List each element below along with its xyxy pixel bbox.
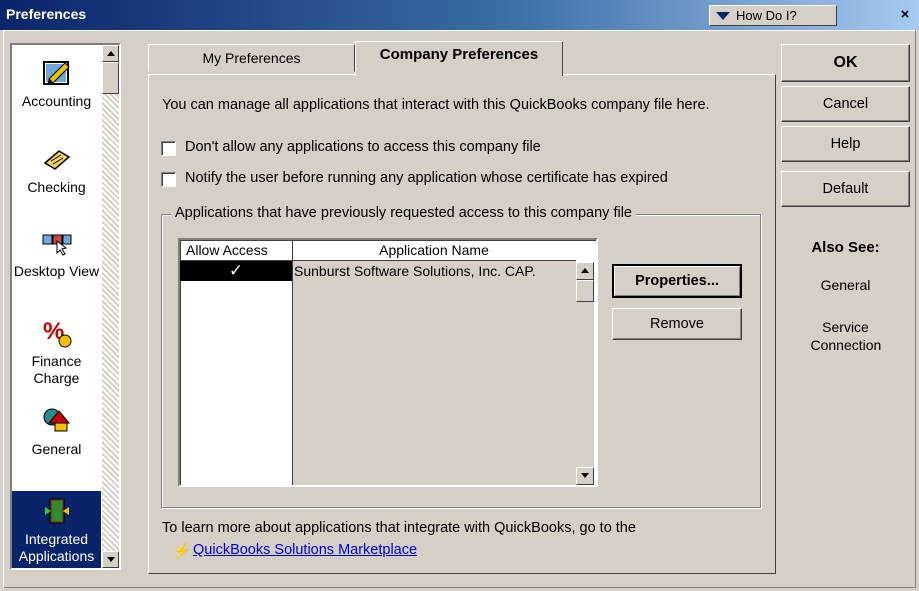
ok-button[interactable]: OK [781,44,910,82]
list-scroll-down-button[interactable] [576,467,594,485]
panel-description: You can manage all applications that int… [162,97,710,113]
applications-list[interactable]: Allow Access Application Name ✓ Sunburst… [178,238,598,487]
list-scroll-thumb[interactable] [576,280,594,302]
dont-allow-label: Don't allow any applications to access t… [185,139,541,155]
list-scrollbar[interactable] [576,262,594,485]
sidebar-item-checking[interactable]: Checking [12,143,101,196]
sidebar-item-desktop-view[interactable]: Desktop View [12,227,101,280]
how-do-i-button[interactable]: How Do I? [709,5,837,26]
sidebar-item-integrated-applications[interactable]: Integrated Applications [12,491,101,568]
also-see-title: Also See: [811,239,880,256]
general-shapes-icon [43,408,70,432]
scroll-thumb[interactable] [102,62,119,94]
sidebar-item-label: Finance Charge [31,353,82,386]
accounting-pencil-icon [42,61,70,85]
close-icon[interactable]: × [894,6,916,26]
lightning-icon: ⚡ [172,543,192,560]
sidebar-item-finance-charge[interactable]: % Finance Charge [12,317,101,387]
also-see-service-connection-label: Service Connection [810,319,882,353]
dropdown-arrow-icon [716,12,730,20]
arrow-up-icon [581,268,589,273]
also-see-general-link[interactable]: General [781,276,910,294]
desktop-view-icon [42,234,71,256]
checking-icon [43,150,70,170]
default-button[interactable]: Default [781,171,910,207]
solutions-marketplace-link[interactable]: QuickBooks Solutions Marketplace [193,542,417,558]
list-empty-area [293,281,576,485]
sidebar-item-label: Accounting [21,93,92,109]
remove-button[interactable]: Remove [612,308,742,340]
how-do-i-label: How Do I? [736,8,797,23]
cancel-button[interactable]: Cancel [781,86,910,122]
arrow-up-icon [107,51,115,56]
list-scroll-up-button[interactable] [576,262,594,280]
properties-button[interactable]: Properties... [612,264,742,298]
title-bar: Preferences How Do I? × [0,0,919,30]
sidebar-item-label: General [31,441,82,457]
dont-allow-checkbox[interactable] [161,141,176,156]
preferences-sidebar: Accounting Checking Desktop View % Finan… [10,43,121,570]
also-see-service-connection-link[interactable]: Service Connection [781,318,910,354]
notify-expired-checkbox[interactable] [161,172,176,187]
help-button[interactable]: Help [781,126,910,162]
column-header-allow-access[interactable]: Allow Access [180,240,292,259]
sidebar-item-label: Integrated Applications [18,531,95,564]
sidebar-item-label: Desktop View [13,263,100,279]
table-row-app-name[interactable]: Sunburst Software Solutions, Inc. CAP. [293,261,576,281]
integrated-apps-icon [44,498,69,524]
scroll-down-button[interactable] [102,551,119,568]
footer-text: To learn more about applications that in… [162,520,636,536]
notify-expired-label: Notify the user before running any appli… [185,170,668,186]
tab-company-preferences[interactable]: Company Preferences [355,41,563,76]
arrow-down-icon [107,557,115,562]
sidebar-scrollbar[interactable] [102,45,119,568]
window-title: Preferences [6,6,87,22]
sidebar-item-accounting[interactable]: Accounting [12,57,101,110]
sidebar-item-label: Checking [27,179,86,195]
groupbox-title: Applications that have previously reques… [171,205,636,221]
tab-my-preferences[interactable]: My Preferences [148,44,355,72]
sidebar-item-general[interactable]: General [12,405,101,458]
table-row-allow-cell[interactable]: ✓ [180,261,292,281]
arrow-down-icon [581,473,589,478]
scroll-up-button[interactable] [102,45,119,62]
finance-charge-icon: % [43,318,71,348]
column-header-application-name[interactable]: Application Name [292,240,576,259]
